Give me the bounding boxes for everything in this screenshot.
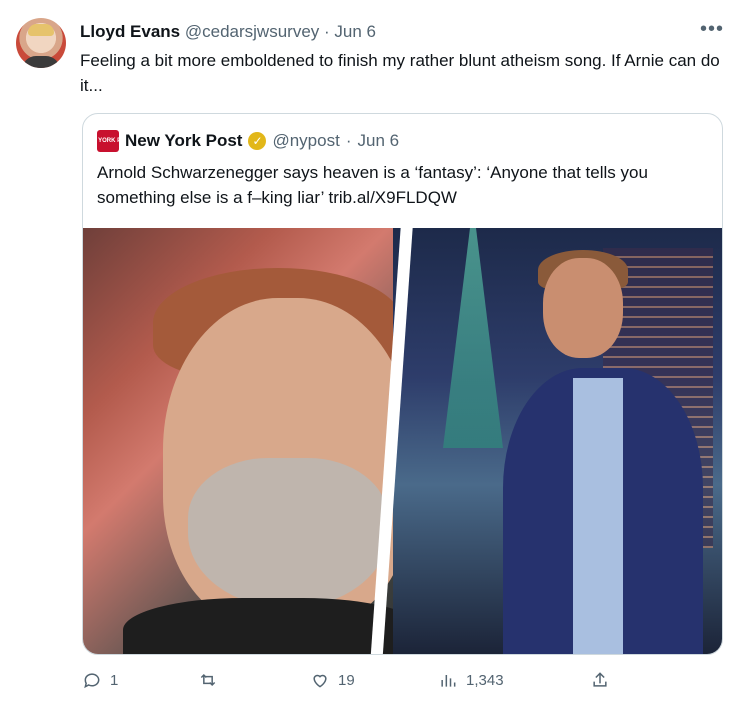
retweet-icon [200, 673, 216, 687]
reply-icon [84, 673, 100, 689]
right-head [543, 258, 623, 358]
author-avatar[interactable] [16, 18, 66, 68]
quoted-tweet[interactable]: NEW YORK POST New York Post ✓ @nypost · … [82, 113, 723, 655]
quote-text: Arnold Schwarzenegger says heaven is a ‘… [97, 163, 648, 207]
right-shirt [573, 378, 623, 654]
like-button[interactable]: 19 [310, 670, 355, 690]
reply-count: 1 [110, 671, 119, 689]
tweet-date[interactable]: Jun 6 [334, 22, 376, 41]
separator-dot: · [324, 22, 330, 41]
verified-badge-icon: ✓ [248, 132, 267, 150]
quote-media-image[interactable] [83, 228, 722, 654]
nypost-logo[interactable]: NEW YORK POST [83, 130, 133, 152]
heart-icon [313, 674, 327, 688]
quote-header: NEW YORK POST New York Post ✓ @nypost · … [83, 130, 400, 152]
tweet-header: Lloyd Evans @cedarsjwsurvey · Jun 6 [80, 22, 376, 42]
share-icon [593, 672, 607, 687]
retweet-button[interactable] [198, 670, 226, 690]
quote-date[interactable]: Jun 6 [358, 131, 400, 151]
avatar-shirt [22, 56, 60, 68]
avatar-hair [28, 24, 54, 36]
quote-author-name[interactable]: New York Post [125, 131, 242, 151]
more-options-icon[interactable]: ••• [700, 18, 724, 41]
views-chart-icon [441, 675, 456, 687]
reply-button[interactable]: 1 [82, 670, 118, 690]
share-button[interactable] [590, 670, 610, 690]
views-button[interactable]: 1,343 [438, 670, 504, 690]
left-beard [188, 458, 388, 608]
author-name[interactable]: Lloyd Evans [80, 22, 180, 41]
views-count: 1,343 [466, 671, 504, 689]
tweet-text: Feeling a bit more emboldened to finish … [80, 51, 720, 95]
action-bar: 1 19 1,343 [0, 670, 741, 700]
quote-author-handle[interactable]: @nypost [272, 131, 339, 151]
quote-separator-dot: · [345, 131, 352, 150]
like-count: 19 [338, 671, 355, 689]
author-handle[interactable]: @cedarsjwsurvey [185, 22, 319, 41]
